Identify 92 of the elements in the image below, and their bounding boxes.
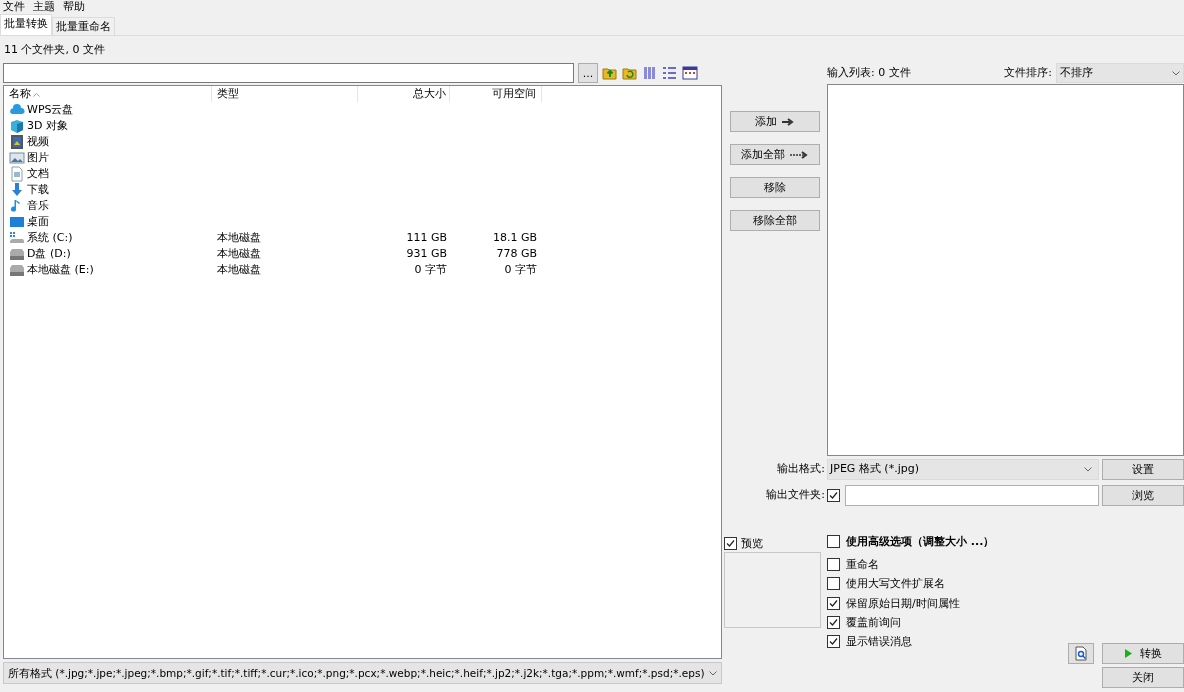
file-name[interactable]: 本地磁盘 (E:) [27,263,94,277]
sort-value: 不排序 [1060,66,1093,80]
grid-view-icon[interactable] [642,65,658,81]
menu-item[interactable]: 帮助 [63,0,85,14]
file-name[interactable]: 3D 对象 [27,119,68,133]
arrow-right-icon [782,117,794,126]
checkbox[interactable] [827,577,840,591]
checkbox[interactable] [827,596,840,610]
path-field[interactable] [3,63,574,83]
file-name[interactable]: 桌面 [27,215,49,229]
column-header[interactable]: 类型 [212,86,358,102]
menu-item[interactable]: 主题 [33,0,55,14]
input-list-title: 输入列表: 0 文件 [827,66,911,80]
sort-dropdown[interactable]: 不排序 [1056,63,1184,83]
settings-button[interactable]: 设置 [1102,458,1184,480]
drive-icon [9,246,25,262]
magnifier-document-icon [1074,646,1088,661]
desktop-icon [9,214,25,230]
column-label: 总大小 [413,87,446,101]
checkbox[interactable] [827,635,840,649]
convert-button[interactable]: 转换 [1102,643,1184,664]
column-header[interactable]: 可用空间 [450,86,542,102]
list-view-icon[interactable] [662,65,678,81]
checkbox[interactable] [827,615,840,629]
picture-icon [9,150,25,166]
close-button[interactable]: 关闭 [1102,667,1184,688]
download-icon [9,182,25,198]
folder-up-icon[interactable] [602,65,618,81]
checkbox-label[interactable]: 保留原始日期/时间属性 [846,596,960,610]
total-size: 111 GB [405,231,448,245]
column-label: 可用空间 [492,87,536,101]
status-text: 11 个文件夹, 0 文件 [3,42,106,58]
column-label: 类型 [217,87,239,101]
arrow-right-icon [790,150,808,159]
file-type: 本地磁盘 [216,231,262,245]
file-name[interactable]: WPS云盘 [27,103,74,117]
chevron-down-icon [709,670,717,676]
file-type-dropdown[interactable]: 所有格式 (*.jpg;*.jpe;*.jpeg;*.bmp;*.gif;*.tif;*.tiff;*.cur;*.ico;*.png;*.pcx;*.webp;*.heic;*.heif;*.jp2;*.j2k;*.tga;*.ppm;*.wmf;*.psd;*.eps) [3,662,722,684]
free-space: 18.1 GB [491,231,538,245]
transfer-button[interactable]: 移除 [729,177,820,198]
column-label: 名称 [9,87,31,101]
film-icon [9,134,25,150]
browse-button[interactable]: 浏览 [1102,484,1184,506]
file-name[interactable]: 文档 [27,167,49,181]
free-space: 778 GB [495,247,538,261]
total-size: 931 GB [405,247,448,261]
checkbox-label[interactable]: 重命名 [846,558,879,572]
cube-icon [9,118,25,134]
transfer-button[interactable]: 添加全部 [729,144,820,165]
checkbox-label[interactable]: 使用大写文件扩展名 [846,577,945,591]
checkbox[interactable] [827,535,840,549]
checkbox[interactable] [827,558,840,572]
file-name[interactable]: 图片 [27,151,49,165]
sort-label: 文件排序: [1004,66,1052,80]
checkbox[interactable] [827,488,840,502]
checkbox-label[interactable]: 预览 [741,537,763,551]
format-dropdown[interactable]: JPEG 格式 (*.jpg) [827,458,1099,480]
tab[interactable]: 批量转换 [0,14,52,35]
file-type: 本地磁盘 [216,247,262,261]
checkbox[interactable] [724,537,737,551]
play-icon [1124,649,1132,658]
checkbox-label[interactable]: 覆盖前询问 [846,615,901,629]
browse-button[interactable]: ... [578,63,598,83]
thumbnail-view-icon[interactable] [682,65,698,81]
total-size: 0 字节 [413,263,448,277]
folder-refresh-icon[interactable] [622,65,638,81]
chevron-down-icon [1172,70,1180,76]
filter-text: 所有格式 (*.jpg;*.jpe;*.jpeg;*.bmp;*.gif;*.tif;*.tiff;*.cur;*.ico;*.png;*.pcx;*.webp;*.heic;*.heif;*.jp2;*.j2k;*.tga;*.ppm;*.wmf;*.psd;*.eps) [8,666,705,680]
file-name[interactable]: 下载 [27,183,49,197]
chevron-down-icon [1084,466,1092,472]
tab[interactable]: 批量重命名 [52,16,115,35]
format-value: JPEG 格式 (*.jpg) [830,462,919,476]
preview-button[interactable] [1068,643,1094,664]
file-type: 本地磁盘 [216,263,262,277]
folder-field[interactable] [845,484,1099,506]
free-space: 0 字节 [503,263,538,277]
file-name[interactable]: 系统 (C:) [27,231,73,245]
menu-item[interactable]: 文件 [3,0,25,14]
checkbox-label[interactable]: 使用高级选项（调整大小 ...） [846,535,995,549]
drive-icon [9,262,25,278]
column-header[interactable]: 名称 [4,86,212,102]
field-label: 输出文件夹: [766,488,825,502]
drive-icon [9,230,25,246]
file-name[interactable]: D盘 (D:) [27,247,71,261]
file-name[interactable]: 视频 [27,135,49,149]
document-icon [9,166,25,182]
checkbox-label[interactable]: 显示错误消息 [846,634,912,649]
column-header[interactable]: 总大小 [358,86,450,102]
field-label: 输出格式: [777,462,825,476]
transfer-button[interactable]: 添加 [729,111,820,132]
file-name[interactable]: 音乐 [27,199,49,213]
transfer-button[interactable]: 移除全部 [729,210,820,231]
